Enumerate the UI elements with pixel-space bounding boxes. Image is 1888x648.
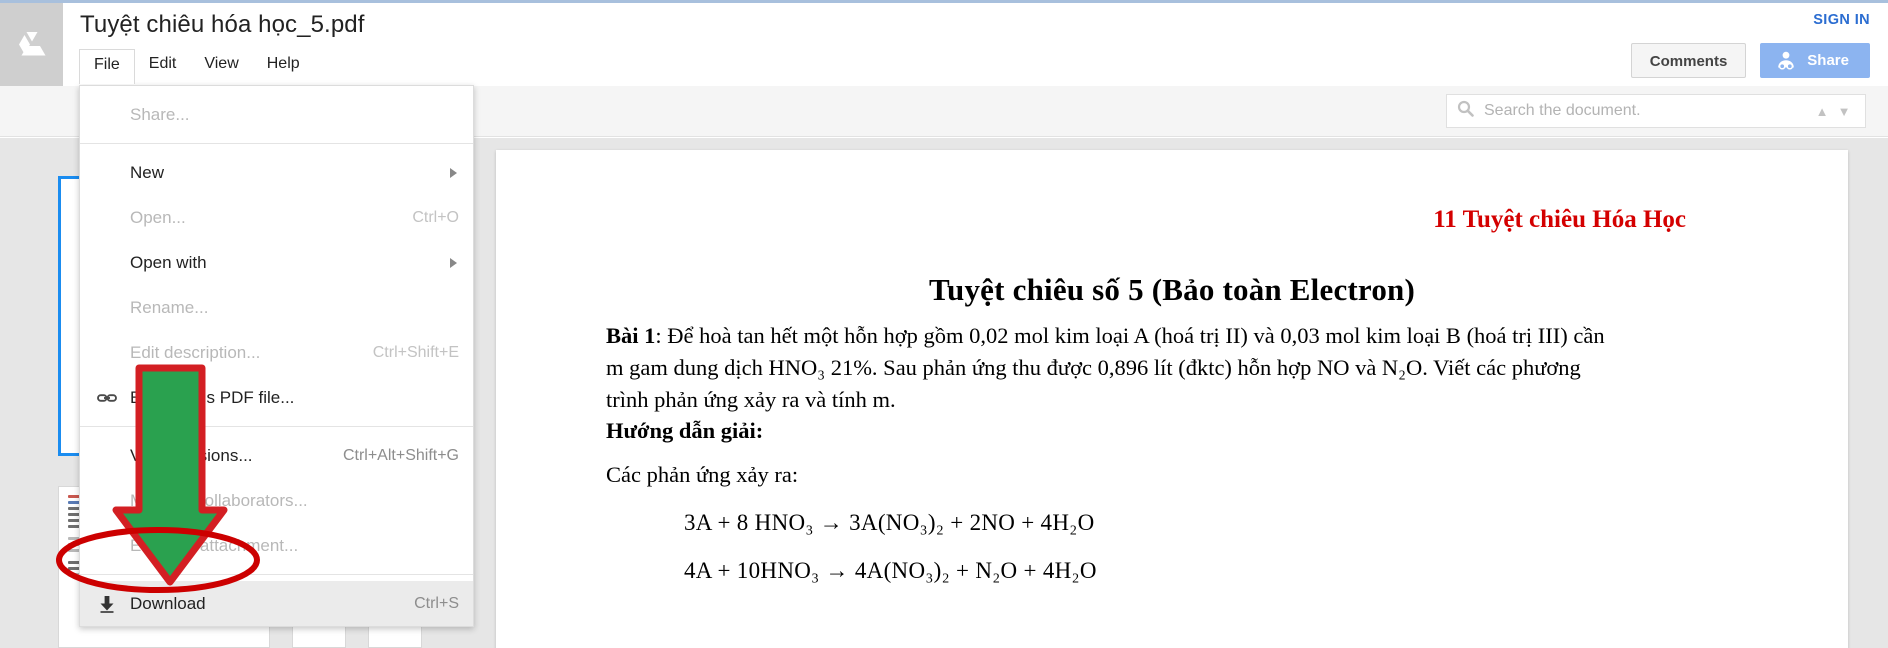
menu-item-accel: Ctrl+Alt+Shift+G — [342, 446, 459, 464]
link-icon — [96, 387, 118, 409]
menu-item-label: Download — [130, 593, 206, 613]
download-icon — [96, 593, 118, 615]
menu-item-label: View revisions... — [130, 445, 253, 465]
menu-help[interactable]: Help — [253, 49, 314, 83]
menu-item-email-as-attachment[interactable]: Email as attachment... — [80, 523, 473, 568]
menu-item-label: Embed this PDF file... — [130, 387, 295, 407]
share-button-label: Share — [1807, 52, 1849, 69]
menu-item-open[interactable]: Open... Ctrl+O — [80, 195, 473, 240]
doc-problem-text: : Để hoà tan hết một hỗn hợp gồm 0,02 mo… — [606, 323, 1605, 412]
document-title: Tuyệt chiêu hóa học_5.pdf — [80, 11, 365, 38]
menu-separator — [80, 574, 473, 575]
menu-item-label: Email as attachment... — [130, 535, 299, 555]
menu-separator — [80, 143, 473, 144]
menu-item-label: Edit description... — [130, 342, 261, 362]
header-actions: Comments Share — [1630, 43, 1870, 78]
menu-item-edit-description[interactable]: Edit description... Ctrl+Shift+E — [80, 330, 473, 375]
menu-file[interactable]: File — [79, 49, 135, 84]
menu-item-accel: Ctrl+S — [414, 594, 459, 612]
pdf-page: 11 Tuyệt chiêu Hóa Học Tuyệt chiêu số 5 … — [496, 150, 1848, 648]
doc-equation-1: 3A + 8 HNO₃ → 3A(NO₃)₂ + 2NO + 4H₂O — [684, 510, 1095, 535]
google-drive-logo[interactable] — [0, 3, 63, 86]
search-icon — [1457, 100, 1474, 122]
menu-item-accel: Ctrl+Shift+E — [372, 343, 459, 361]
menu-bar: File Edit View Help — [79, 49, 314, 84]
menu-item-new[interactable]: New — [80, 150, 473, 195]
menu-item-label: Manage collaborators... — [130, 490, 308, 510]
menu-item-label: Open... — [130, 207, 186, 227]
menu-item-label: Rename... — [130, 297, 209, 317]
doc-problem-paragraph: Bài 1: Để hoà tan hết một hỗn hợp gồm 0,… — [606, 320, 1618, 422]
google-drive-logo-icon — [18, 31, 45, 55]
menu-view[interactable]: View — [190, 49, 252, 83]
menu-item-label: Open with — [130, 252, 207, 272]
sign-in-link[interactable]: SIGN IN — [1813, 12, 1870, 28]
menu-item-share[interactable]: Share... — [80, 92, 473, 137]
file-menu-dropdown[interactable]: Share... New Open... Ctrl+O Open with Re… — [79, 85, 474, 627]
submenu-arrow-icon — [450, 257, 457, 268]
search-prev-icon[interactable]: ▲ — [1811, 104, 1833, 119]
comments-button[interactable]: Comments — [1630, 43, 1747, 78]
menu-item-label: Share... — [130, 104, 190, 124]
menu-item-accel: Ctrl+O — [412, 208, 459, 226]
app-header: Tuyệt chiêu hóa học_5.pdf File Edit View… — [0, 3, 1888, 86]
doc-running-header: 11 Tuyệt chiêu Hóa Học — [1433, 206, 1686, 233]
menu-edit[interactable]: Edit — [135, 49, 191, 83]
menu-item-download[interactable]: Download Ctrl+S — [80, 581, 473, 626]
menu-item-view-revisions[interactable]: View revisions... Ctrl+Alt+Shift+G — [80, 433, 473, 478]
search-input[interactable] — [1482, 101, 1811, 121]
menu-item-rename[interactable]: Rename... — [80, 285, 473, 330]
doc-problem-label: Bài 1 — [606, 323, 656, 348]
menu-item-label: New — [130, 162, 165, 182]
person-share-icon — [1778, 51, 1795, 70]
menu-separator — [80, 426, 473, 427]
doc-solution-section: Hướng dẫn giải: Các phản ứng xảy ra: 3A … — [606, 414, 1618, 588]
doc-reactions-label: Các phản ứng xảy ra: — [606, 462, 799, 487]
doc-equation-2: 4A + 10HNO₃ → 4A(NO₃)₂ + N₂O + 4H₂O — [684, 558, 1097, 583]
menu-item-manage-collaborators[interactable]: Manage collaborators... — [80, 478, 473, 523]
search-box[interactable]: ▲ ▼ — [1446, 94, 1866, 128]
doc-title-heading: Tuyệt chiêu số 5 (Bảo toàn Electron) — [929, 272, 1415, 307]
search-next-icon[interactable]: ▼ — [1833, 104, 1855, 119]
doc-guide-heading: Hướng dẫn giải: — [606, 418, 764, 443]
menu-item-embed-pdf[interactable]: Embed this PDF file... — [80, 375, 473, 420]
menu-item-open-with[interactable]: Open with — [80, 240, 473, 285]
submenu-arrow-icon — [450, 167, 457, 178]
share-button[interactable]: Share — [1760, 43, 1870, 78]
google-drive-pdf-viewer: Tuyệt chiêu hóa học_5.pdf File Edit View… — [0, 0, 1888, 648]
